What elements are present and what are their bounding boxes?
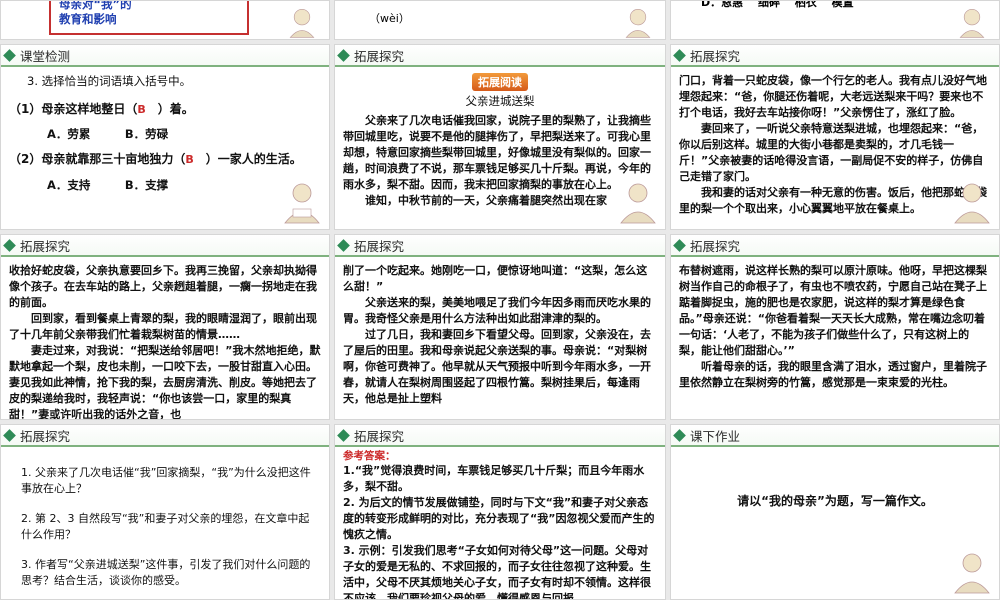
slide-extend-1[interactable]: 拓展探究 拓展阅读 父亲进城送梨 父亲来了几次电话催我回家，说院子里的梨熟了，让… [334, 44, 666, 230]
pinyin-text: （wèi） [369, 12, 410, 25]
slide-extend-2[interactable]: 拓展探究 门口，背着一只蛇皮袋，像一个行乞的老人。我有点儿没好气地埋怨起来：“爸… [670, 44, 1000, 230]
slide-homework[interactable]: 课下作业 请以“我的母亲”为题，写一篇作文。 [670, 424, 1000, 600]
slide-header: 拓展探究 [335, 235, 665, 257]
homework-task: 请以“我的母亲”为题，写一篇作文。 [737, 494, 933, 508]
paragraph: 妻回来了，一听说父亲特意送梨进城，也埋怨起来：“爸，你以后别这样。城里的大街小巷… [679, 122, 984, 183]
story-title: 父亲进城送梨 [465, 94, 535, 108]
question-1: （1）母亲这样地整日（B ）着。 [9, 101, 321, 118]
q2-answer: B [185, 153, 194, 166]
slide-header: 拓展探究 [335, 425, 665, 447]
reference-answer-label: 参考答案： [343, 450, 396, 462]
paragraph: 我和妻的话对父亲有一种无意的伤害。饭后，他把那蛇皮袋里的梨一个个取出来，小心翼翼… [679, 186, 987, 215]
answer-2: 2. 为后文的情节发展做铺垫，同时与下文“我”和妻子对父亲态度的转变形成鲜明的对… [343, 496, 655, 541]
summary-box-text: 母亲对“我”的 教育和影响 [59, 0, 132, 26]
slide-title: 拓展探究 [20, 238, 71, 254]
slide-extend-3[interactable]: 拓展探究 收拾好蛇皮袋，父亲执意要回乡下。我再三挽留，父亲却执拗得像个孩子。在去… [0, 234, 330, 420]
slide-header: 拓展探究 [671, 45, 999, 67]
question-1: 1. 父亲来了几次电话催“我”回家摘梨，“我”为什么没把这件事放在心上？ [21, 466, 311, 495]
question-3: 3. 作者写“父亲进城送梨”这件事，引发了我们对什么问题的思考？结合生活，谈谈你… [21, 558, 311, 587]
q2-post: ）一家人的生活。 [193, 152, 302, 166]
reading-figure-icon [954, 553, 990, 594]
reading-figure-icon [959, 8, 985, 38]
diamond-icon [337, 48, 350, 62]
extended-reading-badge-row: 拓展阅读 [343, 71, 657, 91]
q2-pre: （2）母亲就靠那三十亩地独力（ [9, 152, 186, 166]
slide-header: 课下作业 [671, 425, 999, 447]
slide-header: 拓展探究 [1, 425, 329, 447]
question-2: （2）母亲就靠那三十亩地独力（B ）一家人的生活。 [9, 150, 321, 169]
paragraph: 妻走过来，对我说：“把梨送给邻居吧！”我木然地拒绝，默默地拿起一个梨，皮也未削，… [9, 344, 321, 420]
paragraph: 过了几日，我和妻回乡下看望父母。回到家，父亲没在，去了屋后的田里。我和母亲说起父… [343, 328, 651, 405]
reading-figure-icon [954, 183, 990, 224]
reading-figure-icon [284, 183, 320, 224]
option-d-text: D．恩惠 细碎 栖衣 模置 [701, 0, 854, 9]
slide-extend-4[interactable]: 拓展探究 削了一个吃起来。她刚吃一口，便惊讶地叫道：“这梨，怎么这么甜！” 父亲… [334, 234, 666, 420]
diamond-icon [3, 48, 16, 62]
paragraph: 谁知，中秋节前的一天，父亲痛着腿突然出现在家 [365, 194, 607, 207]
diamond-icon [337, 428, 350, 442]
slide-title: 拓展探究 [20, 428, 71, 444]
slide-top-right[interactable]: D．恩惠 细碎 栖衣 模置 [670, 0, 1000, 40]
slide-extend-5[interactable]: 拓展探究 布替树遮雨，说这样长熟的梨可以原汁原味。他呀，早把这棵梨树当作自己的命… [670, 234, 1000, 420]
diamond-icon [3, 428, 16, 442]
paragraph: 削了一个吃起来。她刚吃一口，便惊讶地叫道：“这梨，怎么这么甜！” [343, 264, 648, 293]
slide-extend-questions[interactable]: 拓展探究 1. 父亲来了几次电话催“我”回家摘梨，“我”为什么没把这件事放在心上… [0, 424, 330, 600]
slide-header: 拓展探究 [1, 235, 329, 257]
paragraph: 回到家，看到餐桌上青翠的梨，我的眼睛湿润了，眼前出现了十几年前父亲带我们忙着栽梨… [9, 312, 317, 341]
paragraph: 父亲送来的梨，美美地喂足了我们今年因多雨而厌吃水果的胃。我奇怪父亲是用什么方法种… [343, 296, 651, 325]
reading-figure-icon [620, 183, 656, 224]
slide-title: 拓展探究 [354, 238, 405, 254]
slide-title: 拓展探究 [690, 48, 741, 64]
reading-figure-icon [625, 8, 651, 38]
paragraph: 听着母亲的话，我的眼里含满了泪水，透过窗户，里着院子里依然静立在梨树旁的竹篙，感… [679, 360, 987, 389]
slide-title: 拓展探究 [690, 238, 741, 254]
q1-post: ）着。 [145, 102, 194, 116]
paragraph: 父亲来了几次电话催我回家，说院子里的梨熟了，让我摘些带回城里吃，说要不是他的腿摔… [343, 114, 651, 191]
slide-header: 课堂检测 [1, 45, 329, 67]
slide-top-mid[interactable]: （wèi） [334, 0, 666, 40]
slide-grid: 母亲对“我”的 教育和影响 （wèi） D．恩惠 细碎 栖衣 模置 课堂检测 3… [0, 0, 1000, 600]
slide-extend-answers[interactable]: 拓展探究 参考答案： 1.“我”觉得浪费时间，车票钱足够买几十斤梨；而且今年雨水… [334, 424, 666, 600]
question-2: 2. 第 2、3 自然段写“我”和妻子对父亲的埋怨，在文章中起什么作用？ [21, 512, 310, 541]
slide-top-left[interactable]: 母亲对“我”的 教育和影响 [0, 0, 330, 40]
slide-title: 课下作业 [690, 428, 741, 444]
slide-header: 拓展探究 [671, 235, 999, 257]
reading-figure-icon [289, 8, 315, 38]
paragraph: 门口，背着一只蛇皮袋，像一个行乞的老人。我有点儿没好气地埋怨起来：“爸，你腿还伤… [679, 74, 987, 119]
q1-options: A．劳累 B．劳碌 [47, 127, 169, 141]
paragraph: 布替树遮雨，说这样长熟的梨可以原汁原味。他呀，早把这棵梨树当作自己的命根子了，有… [679, 264, 987, 357]
paragraph: 收拾好蛇皮袋，父亲执意要回乡下。我再三挽留，父亲却执拗得像个孩子。在去车站的路上… [9, 264, 317, 309]
question-stem: 3. 选择恰当的词语填入括号中。 [27, 74, 192, 88]
diamond-icon [337, 238, 350, 252]
q1-answer: B [137, 103, 146, 116]
slide-title: 课堂检测 [20, 48, 71, 64]
q1-pre: （1）母亲这样地整日（ [9, 102, 138, 116]
diamond-icon [3, 238, 16, 252]
summary-box: 母亲对“我”的 教育和影响 [49, 0, 249, 35]
diamond-icon [673, 48, 686, 62]
answer-1: 1.“我”觉得浪费时间，车票钱足够买几十斤梨；而且今年雨水多，梨不甜。 [343, 464, 645, 493]
answer-3: 3. 示例：引发我们思考“子女如何对待父母”这一问题。父母对子女的爱是无私的、不… [343, 544, 651, 600]
diamond-icon [673, 428, 686, 442]
diamond-icon [673, 238, 686, 252]
slide-classroom-test[interactable]: 课堂检测 3. 选择恰当的词语填入括号中。 （1）母亲这样地整日（B ）着。 A… [0, 44, 330, 230]
slide-title: 拓展探究 [354, 428, 405, 444]
slide-header: 拓展探究 [335, 45, 665, 67]
extended-reading-badge: 拓展阅读 [472, 73, 528, 91]
slide-title: 拓展探究 [354, 48, 405, 64]
